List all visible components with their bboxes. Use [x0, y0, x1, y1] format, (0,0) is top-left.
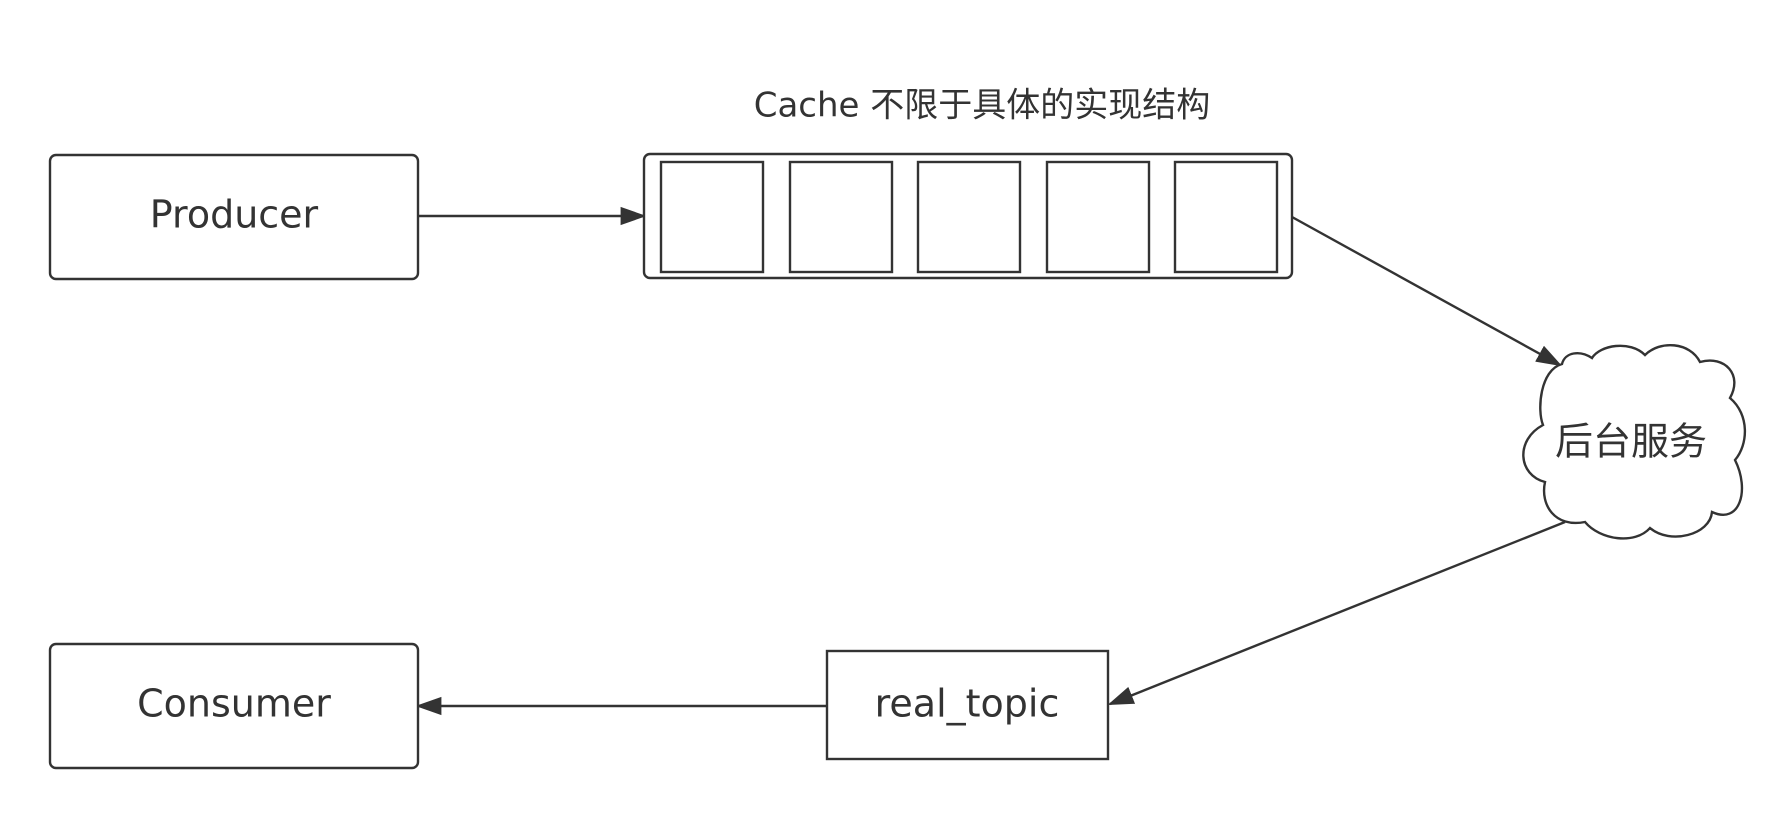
cache-slot [1173, 160, 1279, 274]
backend-node: 后台服务 [1522, 343, 1747, 540]
cache-slot [659, 160, 765, 274]
cache-title: Cache 不限于具体的实现结构 [754, 86, 1211, 126]
cache-slot [1045, 160, 1151, 274]
edges [415, 206, 1566, 716]
cache-node: Cache 不限于具体的实现结构 [642, 86, 1294, 280]
diagram-canvas: Producer Cache 不限于具体的实现结构 后台服务 real_topi… [48, 86, 1747, 770]
real-topic-node: real_topic [825, 649, 1110, 761]
real-topic-label: real_topic [875, 682, 1060, 726]
edge-cache-to-backend [1291, 215, 1563, 367]
backend-label: 后台服务 [1555, 420, 1707, 464]
consumer-label: Consumer [137, 682, 331, 726]
cache-slot [916, 160, 1022, 274]
producer-node: Producer [48, 153, 420, 281]
cache-slot [788, 160, 894, 274]
producer-label: Producer [150, 193, 319, 237]
edge-backend-to-real-topic [1107, 520, 1566, 706]
consumer-node: Consumer [48, 642, 420, 770]
